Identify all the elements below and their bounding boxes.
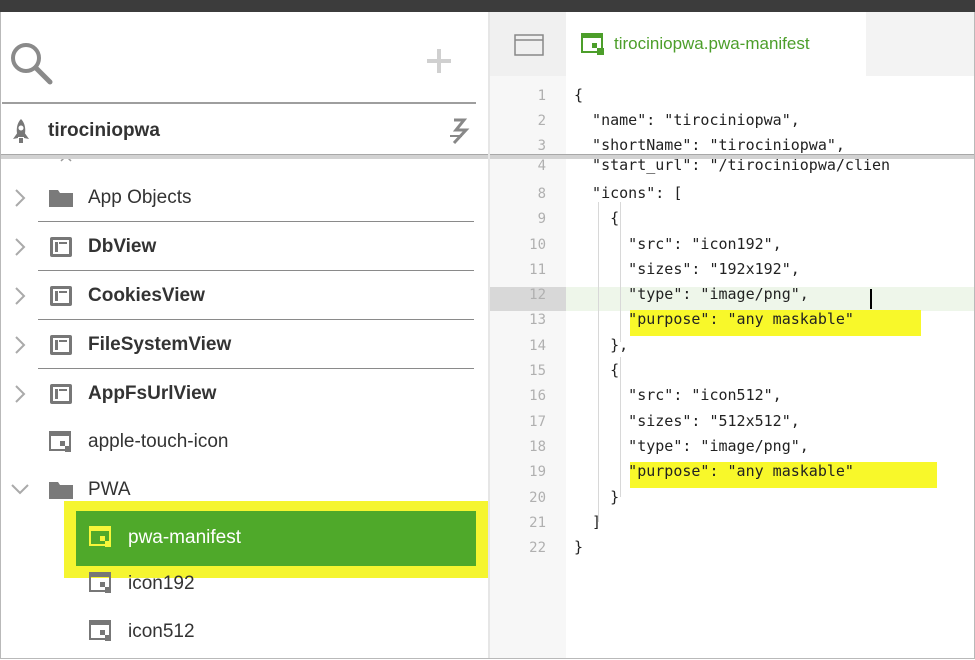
code-line[interactable]: "icons": [	[574, 184, 682, 202]
tree-item-dbview[interactable]: DbView	[2, 223, 490, 271]
code-line[interactable]: "src": "icon512",	[574, 386, 782, 404]
panel-splitter[interactable]	[488, 12, 490, 658]
line-number: 1	[537, 88, 546, 104]
tree-item-label: pwa-manifest	[128, 527, 241, 548]
tree-item-icon512[interactable]: icon512	[128, 621, 195, 643]
line-number: 14	[529, 338, 546, 354]
row-divider	[38, 368, 474, 369]
line-number: 21	[529, 515, 546, 531]
resource-icon	[89, 620, 111, 641]
chevron-right-icon[interactable]	[12, 384, 28, 404]
resource-icon	[89, 572, 111, 593]
code-line[interactable]: {	[574, 361, 619, 379]
line-number: 4	[537, 158, 546, 174]
line-number: 18	[529, 439, 546, 455]
window-top-bar	[0, 0, 975, 12]
tree-item-filesystemview[interactable]: FileSystemView	[2, 321, 490, 369]
search-row	[2, 12, 490, 102]
code-line[interactable]: },	[574, 336, 628, 354]
code-line[interactable]: "type": "image/png",	[574, 437, 809, 455]
search-icon[interactable]	[8, 40, 54, 86]
line-number: 8	[537, 186, 546, 202]
sync-icon[interactable]	[444, 116, 474, 146]
code-line[interactable]: "purpose": "any maskable"	[574, 310, 854, 328]
text-cursor	[870, 289, 872, 309]
tree-item-label: FileSystemView	[88, 334, 232, 355]
tree-item-apple-touch-icon[interactable]: apple-touch-icon	[2, 418, 490, 466]
line-number: 13	[529, 312, 546, 328]
code-line[interactable]: }	[574, 488, 619, 506]
view-icon	[50, 237, 72, 257]
line-number: 22	[529, 540, 546, 556]
tab-other[interactable]	[490, 12, 566, 76]
line-number: 20	[529, 490, 546, 506]
tree-item-label: apple-touch-icon	[88, 431, 229, 452]
line-number: 12	[529, 287, 546, 303]
code-line[interactable]: "type": "image/png",	[574, 285, 809, 303]
line-number: 10	[529, 237, 546, 253]
line-number: 15	[529, 363, 546, 379]
code-line[interactable]: "src": "icon192",	[574, 235, 782, 253]
row-divider	[38, 270, 474, 271]
folder-icon	[49, 482, 73, 499]
chevron-right-icon[interactable]	[12, 335, 28, 355]
project-name[interactable]: tirociniopwa	[48, 120, 160, 142]
row-divider	[38, 221, 474, 222]
view-icon	[50, 384, 72, 404]
tree-item-label: PWA	[88, 479, 131, 500]
row-divider	[38, 319, 474, 320]
rocket-icon	[13, 119, 29, 143]
folder-icon	[49, 190, 73, 207]
line-number: 3	[537, 138, 546, 154]
resource-icon	[49, 431, 71, 452]
tab-pwa-manifest[interactable]: tirociniopwa.pwa-manifest	[566, 12, 866, 76]
code-line[interactable]: {	[574, 86, 583, 104]
tree-item-app-objects[interactable]: App Objects	[2, 174, 490, 222]
editor-panel: tirociniopwa.pwa-manifest 1 {2 "name": "t…	[490, 12, 975, 658]
code-line[interactable]: ]	[574, 513, 601, 531]
line-number: 17	[529, 414, 546, 430]
code-line[interactable]: "sizes": "512x512",	[574, 412, 800, 430]
line-number: 9	[537, 211, 546, 227]
window-icon	[514, 34, 544, 56]
editor-tab-bar: tirociniopwa.pwa-manifest	[490, 12, 975, 76]
view-icon	[50, 335, 72, 355]
code-line[interactable]: "shortName": "tirociniopwa",	[574, 136, 845, 154]
line-number: 16	[529, 388, 546, 404]
code-line[interactable]: "purpose": "any maskable"	[574, 462, 854, 480]
code-line[interactable]: }	[574, 538, 583, 556]
tree-item-label: CookiesView	[88, 285, 205, 306]
project-explorer-panel: tirociniopwa App Objects DbView CookiesV…	[2, 12, 490, 658]
code-line[interactable]: {	[574, 209, 619, 227]
manifest-icon	[581, 33, 604, 55]
chevron-right-icon[interactable]	[12, 237, 28, 257]
tree-item-label: DbView	[88, 236, 157, 257]
code-line[interactable]: "name": "tirociniopwa",	[574, 111, 800, 129]
tab-label: tirociniopwa.pwa-manifest	[614, 34, 810, 53]
chevron-right-icon[interactable]	[12, 188, 28, 208]
chevron-right-icon[interactable]	[12, 286, 28, 306]
tree-item-label: App Objects	[88, 187, 192, 208]
line-number: 2	[537, 113, 546, 129]
add-icon[interactable]	[424, 46, 454, 76]
tree-item-icon192[interactable]: icon192	[128, 573, 195, 595]
code-line[interactable]: "sizes": "192x192",	[574, 260, 800, 278]
chevron-down-icon[interactable]	[10, 482, 30, 498]
tree-item-label: AppFsUrlView	[88, 383, 217, 404]
line-number: 11	[529, 262, 546, 278]
line-number: 19	[529, 464, 546, 480]
tree-item-cookiesview[interactable]: CookiesView	[2, 272, 490, 320]
tree-item-appfsurlview[interactable]: AppFsUrlView	[2, 370, 490, 418]
resource-icon	[89, 526, 111, 547]
view-icon	[50, 286, 72, 306]
